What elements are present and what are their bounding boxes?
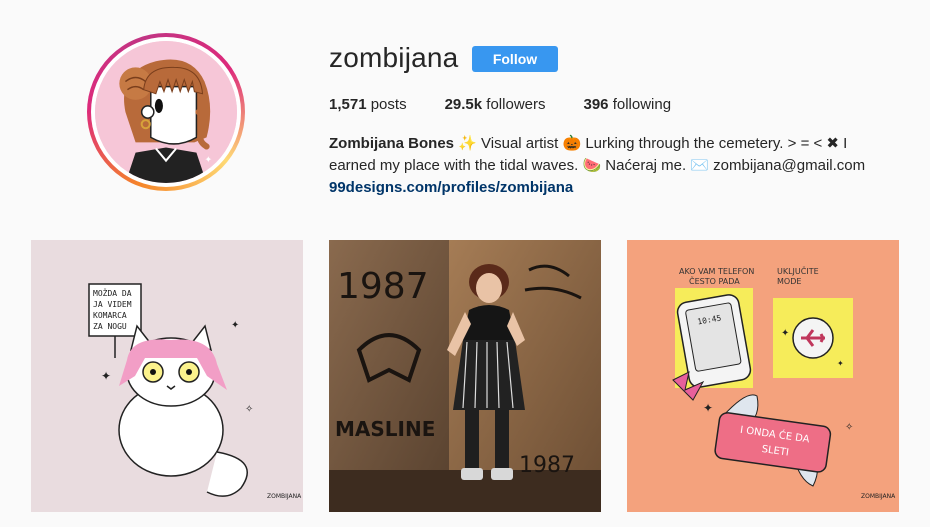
svg-text:✧: ✧: [845, 422, 853, 433]
svg-text:✦: ✦: [837, 359, 844, 368]
follow-button[interactable]: Follow: [472, 46, 558, 72]
signature-1: ZOMBIJANA: [267, 493, 302, 500]
svg-text:✦: ✦: [703, 401, 713, 415]
following-label[interactable]: following: [613, 96, 671, 113]
avatar-illustration: ✦: [95, 41, 237, 183]
profile-username: zombijana: [329, 42, 459, 73]
post-grid: MOŽDA DA JA VIDEM KOMARCA ZA NOGU ✦ ✦ ✧ …: [31, 240, 899, 527]
sign-line-1: MOŽDA DA: [93, 287, 132, 298]
svg-text:✦: ✦: [231, 320, 239, 331]
profile-full-name: Zombijana Bones: [329, 135, 455, 152]
avatar[interactable]: ✦: [95, 41, 237, 183]
profile-bio: Zombijana Bones ✨ Visual artist 🎃 Lurkin…: [329, 133, 889, 199]
sign-line-2: JA VIDEM: [93, 300, 132, 309]
following-count[interactable]: 396: [583, 96, 608, 113]
caption-right-1: UKLJUČITE: [777, 265, 819, 276]
caption-left-1: AKO VAM TELEFON: [679, 267, 754, 276]
svg-text:✧: ✧: [245, 404, 253, 415]
post-thumbnail-cat-illustration[interactable]: MOŽDA DA JA VIDEM KOMARCA ZA NOGU ✦ ✦ ✧ …: [31, 240, 303, 512]
sign-line-4: ZA NOGU: [93, 322, 127, 331]
followers-count[interactable]: 29.5k: [445, 96, 483, 113]
profile-avatar-ring[interactable]: ✦: [87, 33, 245, 191]
graffiti-1987-bottom: 1987: [519, 453, 575, 478]
followers-label[interactable]: followers: [486, 96, 545, 113]
signature-3: ZOMBIJANA: [861, 493, 896, 500]
post-thumbnail-photo[interactable]: 1987 MASLINE 1987: [329, 240, 601, 512]
bio-text-line1: ✨ Visual artist 🎃 Lurking through the ce…: [458, 135, 848, 152]
svg-text:✦: ✦: [101, 369, 111, 383]
graffiti-masline: MASLINE: [335, 417, 435, 441]
followers-stat[interactable]: 29.5k followers: [445, 96, 546, 113]
posts-count: 1,571: [329, 96, 367, 113]
bio-text-line2: earned my place with the tidal waves. 🍉 …: [329, 157, 866, 174]
svg-text:✦: ✦: [781, 328, 789, 339]
photo-graffiti-wall: 1987 MASLINE 1987: [329, 240, 601, 512]
avatar-frame: ✦: [91, 37, 241, 187]
posts-label: posts: [370, 96, 407, 113]
sign-line-3: KOMARCA: [93, 311, 127, 320]
following-stat[interactable]: 396 following: [583, 96, 671, 113]
cat-illustration: MOŽDA DA JA VIDEM KOMARCA ZA NOGU ✦ ✦ ✧ …: [31, 240, 303, 512]
graffiti-1987: 1987: [337, 266, 429, 307]
svg-text:✦: ✦: [205, 155, 213, 165]
phone-airplane-illustration: AKO VAM TELEFON ČESTO PADA 10:45 UKLJUČI…: [627, 240, 899, 512]
caption-right-2: MODE: [777, 277, 801, 286]
caption-left-2: ČESTO PADA: [689, 275, 740, 286]
profile-stats: 1,571 posts 29.5k followers 396 followin…: [329, 96, 709, 113]
posts-count-stat: 1,571 posts: [329, 96, 407, 113]
profile-website-link[interactable]: 99designs.com/profiles/zombijana: [329, 177, 889, 199]
post-thumbnail-phone-illustration[interactable]: AKO VAM TELEFON ČESTO PADA 10:45 UKLJUČI…: [627, 240, 899, 512]
